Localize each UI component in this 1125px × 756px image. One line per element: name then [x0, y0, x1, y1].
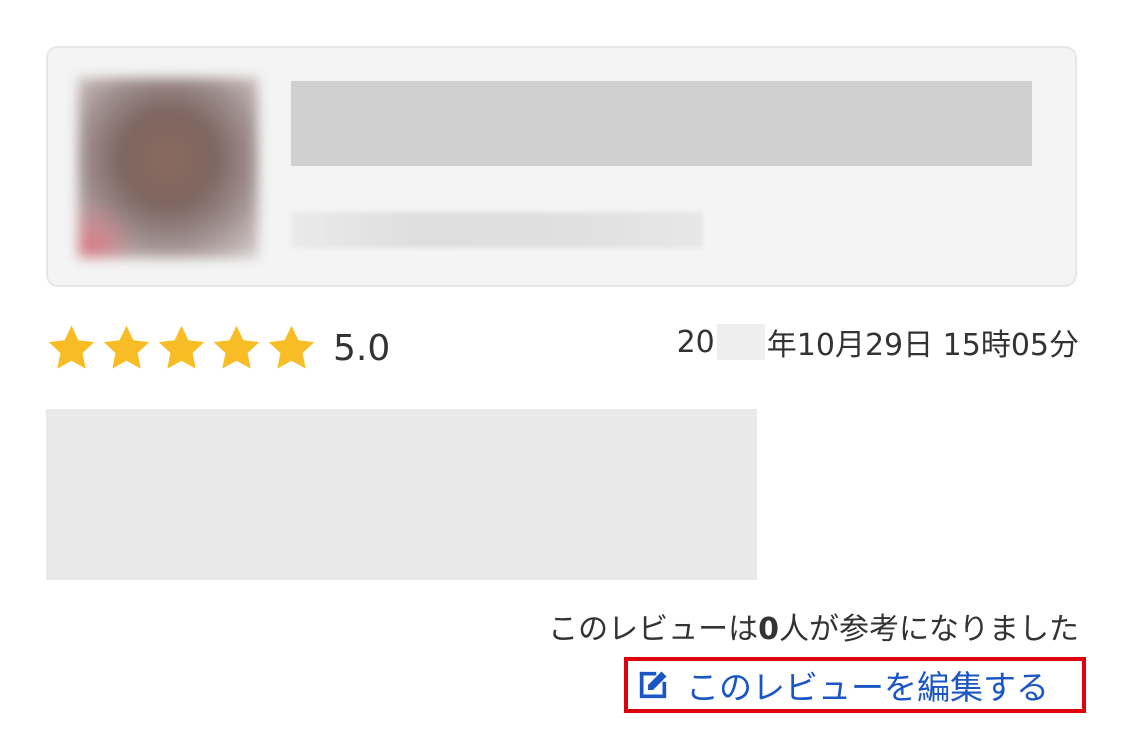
helpful-count: 0	[758, 612, 779, 647]
product-title-redacted[interactable]	[291, 81, 1032, 166]
review-page: 5.0 20 年10月29日 15時05分 このレビューは0人が参考になりました…	[0, 0, 1125, 756]
star-icon	[213, 325, 260, 369]
star-icon	[268, 325, 315, 369]
review-body-redacted	[46, 409, 757, 580]
star-icon	[158, 325, 205, 369]
rating-value: 5.0	[333, 327, 391, 369]
edit-review-label: このレビューを編集する	[686, 668, 1049, 707]
helpful-prefix: このレビューは	[548, 612, 759, 647]
review-date-redacted	[716, 324, 765, 360]
product-image[interactable]	[78, 78, 258, 258]
rating-row: 5.0	[46, 322, 390, 374]
product-subtitle-redacted	[291, 212, 703, 248]
edit-review-link[interactable]: このレビューを編集する	[624, 657, 1086, 713]
star-rating	[46, 324, 317, 372]
helpful-suffix: 人が参考になりました	[779, 612, 1079, 647]
review-date-rest: 年10月29日 15時05分	[766, 328, 1079, 363]
review-date-year-prefix: 20	[676, 324, 715, 360]
star-icon	[103, 325, 150, 369]
star-icon	[48, 325, 95, 369]
helpful-count-text: このレビューは0人が参考になりました	[548, 604, 1079, 648]
edit-icon	[639, 671, 667, 699]
product-card[interactable]	[46, 46, 1077, 287]
review-date: 20 年10月29日 15時05分	[677, 320, 1079, 364]
